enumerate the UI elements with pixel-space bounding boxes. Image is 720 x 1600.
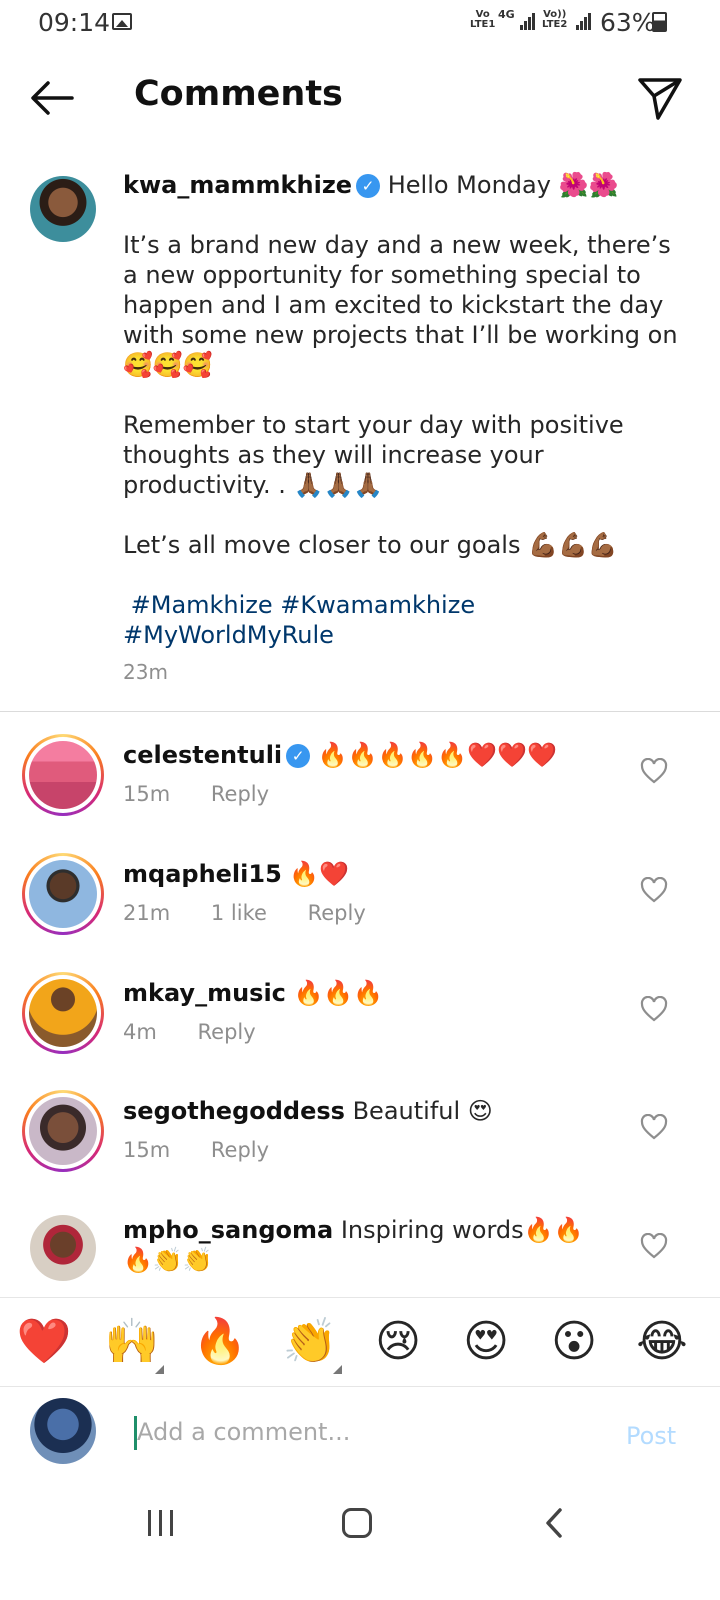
comment-username[interactable]: segothegoddess xyxy=(123,1097,345,1125)
caption-hashtags-1[interactable]: #Mamkhize #Kwamamkhize xyxy=(123,590,683,620)
emoji-heart-eyes[interactable]: 😍 xyxy=(458,1314,514,1370)
home-icon[interactable] xyxy=(342,1508,372,1538)
status-bar: 09:14 Vo LTE1 4G Vo)) LTE2 63% xyxy=(0,0,720,44)
reply-button[interactable]: Reply xyxy=(198,1020,256,1044)
signal-icon-1 xyxy=(520,12,536,30)
caption-first-line: Hello Monday 🌺🌺 xyxy=(387,171,619,199)
comment-item: mpho_sangoma Inspiring words🔥🔥🔥👏👏 xyxy=(0,1209,720,1297)
arrow-left-icon[interactable] xyxy=(28,76,76,120)
comment-username[interactable]: mqapheli15 xyxy=(123,860,282,888)
reply-button[interactable]: Reply xyxy=(211,782,269,806)
emoji-reaction-bar: ❤️ 🙌 🔥 👏 😢 😍 😮 😂 xyxy=(0,1297,720,1387)
gallery-notification-icon xyxy=(112,13,132,30)
current-user-avatar xyxy=(30,1398,96,1464)
comment-composer: Post xyxy=(0,1388,720,1480)
comment-time: 4m xyxy=(123,1020,157,1044)
emoji-fire[interactable]: 🔥 xyxy=(192,1314,248,1370)
caption-hashtags-2[interactable]: #MyWorldMyRule xyxy=(123,620,683,650)
comment-item: mkay_music 🔥🔥🔥 4m Reply xyxy=(0,972,720,1090)
reply-button[interactable]: Reply xyxy=(211,1138,269,1162)
caption-paragraph-1: It’s a brand new day and a new week, the… xyxy=(123,231,678,379)
comment-input[interactable] xyxy=(137,1410,597,1454)
emoji-clapping[interactable]: 👏 xyxy=(282,1314,342,1374)
caption-username[interactable]: kwa_mammkhize xyxy=(123,171,352,199)
reply-button[interactable]: Reply xyxy=(308,901,366,925)
signal-icon-2 xyxy=(576,12,592,30)
like-heart-icon[interactable] xyxy=(640,1233,668,1259)
post-button[interactable]: Post xyxy=(626,1422,676,1450)
comment-meta: 21m 1 like Reply xyxy=(123,901,400,925)
comment-time: 15m xyxy=(123,1138,171,1162)
comment-item: celestentuli ✓ 🔥🔥🔥🔥🔥❤️❤️❤️ 15m Reply xyxy=(0,734,720,852)
comment-text: 🔥🔥🔥 xyxy=(293,979,384,1007)
skin-tone-indicator xyxy=(333,1365,342,1374)
page-title: Comments xyxy=(134,74,343,114)
battery-icon xyxy=(652,12,667,32)
verified-badge-icon: ✓ xyxy=(286,744,311,768)
story-ring[interactable] xyxy=(22,972,104,1054)
emoji-red-heart[interactable]: ❤️ xyxy=(16,1314,72,1370)
comment-meta: 4m Reply xyxy=(123,1020,290,1044)
post-author-avatar[interactable] xyxy=(30,176,96,242)
comment-text: 🔥🔥🔥🔥🔥❤️❤️❤️ xyxy=(317,741,557,769)
like-heart-icon[interactable] xyxy=(640,758,668,784)
recent-apps-icon[interactable] xyxy=(146,1508,176,1538)
like-heart-icon[interactable] xyxy=(640,1114,668,1140)
comment-time: 21m xyxy=(123,901,171,925)
system-back-icon[interactable] xyxy=(540,1506,570,1540)
commenter-avatar xyxy=(29,860,97,928)
sim1-indicator: Vo LTE1 xyxy=(470,9,496,30)
comment-time: 15m xyxy=(123,782,171,806)
header: Comments xyxy=(0,60,720,136)
comment-item: segothegoddess Beautiful 😍 15m Reply xyxy=(0,1090,720,1208)
like-heart-icon[interactable] xyxy=(640,996,668,1022)
skin-tone-indicator xyxy=(155,1365,164,1374)
caption-timestamp: 23m xyxy=(123,660,168,684)
paper-plane-icon[interactable] xyxy=(636,74,684,122)
commenter-avatar xyxy=(29,979,97,1047)
post-caption: kwa_mammkhize ✓ Hello Monday 🌺🌺 It’s a br… xyxy=(123,170,683,650)
status-time: 09:14 xyxy=(38,8,111,37)
commenter-avatar[interactable] xyxy=(30,1215,96,1281)
caption-paragraph-2: Remember to start your day with positive… xyxy=(123,411,624,499)
like-heart-icon[interactable] xyxy=(640,877,668,903)
story-ring[interactable] xyxy=(22,734,104,816)
comment-username[interactable]: mkay_music xyxy=(123,979,286,1007)
commenter-avatar xyxy=(29,741,97,809)
battery-percent: 63% xyxy=(600,8,656,37)
commenter-avatar xyxy=(29,1097,97,1165)
story-ring[interactable] xyxy=(22,1090,104,1172)
emoji-tears-of-joy[interactable]: 😂 xyxy=(634,1314,690,1370)
comment-item: mqapheli15 🔥❤️ 21m 1 like Reply xyxy=(0,853,720,971)
divider xyxy=(0,711,720,712)
emoji-raised-hands[interactable]: 🙌 xyxy=(104,1314,164,1374)
comment-text: 🔥❤️ xyxy=(289,860,350,888)
comment-meta: 15m Reply xyxy=(123,782,303,806)
caption-paragraph-3: Let’s all move closer to our goals 💪🏾💪🏾💪… xyxy=(123,531,618,559)
emoji-crying[interactable]: 😢 xyxy=(370,1314,426,1370)
verified-badge-icon: ✓ xyxy=(356,174,381,198)
comment-username[interactable]: celestentuli xyxy=(123,741,282,769)
comment-text: Beautiful 😍 xyxy=(352,1097,493,1125)
comment-meta: 15m Reply xyxy=(123,1138,303,1162)
comment-like-count[interactable]: 1 like xyxy=(211,901,267,925)
emoji-surprised[interactable]: 😮 xyxy=(546,1314,602,1370)
network-type: 4G xyxy=(498,8,515,21)
system-navigation-bar xyxy=(0,1480,720,1600)
comment-username[interactable]: mpho_sangoma xyxy=(123,1216,333,1244)
story-ring[interactable] xyxy=(22,853,104,935)
sim2-indicator: Vo)) LTE2 xyxy=(542,9,568,30)
